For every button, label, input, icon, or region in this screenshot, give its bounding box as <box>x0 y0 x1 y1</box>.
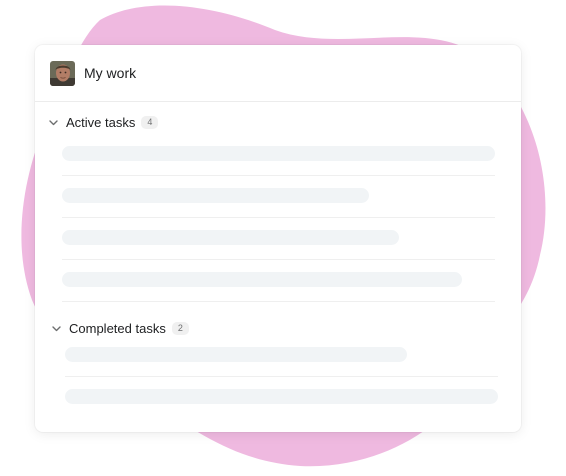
task-row-placeholder[interactable] <box>62 175 495 218</box>
section-header-active-tasks[interactable]: Active tasks 4 <box>46 115 159 130</box>
chevron-down-icon[interactable] <box>46 116 60 130</box>
task-row-placeholder[interactable] <box>62 133 495 176</box>
skeleton-bar <box>62 146 495 161</box>
skeleton-bar <box>62 272 462 287</box>
card-title: My work <box>84 65 137 81</box>
section-title: Active tasks <box>66 115 136 130</box>
skeleton-bar <box>62 230 399 245</box>
task-row-placeholder[interactable] <box>62 217 495 260</box>
skeleton-bar <box>62 188 369 203</box>
skeleton-bar <box>65 347 407 362</box>
my-work-card: My work Active tasks 4 Completed tasks 2 <box>35 45 521 432</box>
task-row-placeholder[interactable] <box>65 376 498 418</box>
task-row-placeholder[interactable] <box>62 259 495 302</box>
chevron-down-icon[interactable] <box>49 322 63 336</box>
card-header: My work <box>35 45 521 102</box>
task-row-placeholder[interactable] <box>65 334 498 377</box>
avatar[interactable] <box>50 60 75 86</box>
skeleton-bar <box>65 389 498 404</box>
task-count-badge: 4 <box>141 116 159 129</box>
